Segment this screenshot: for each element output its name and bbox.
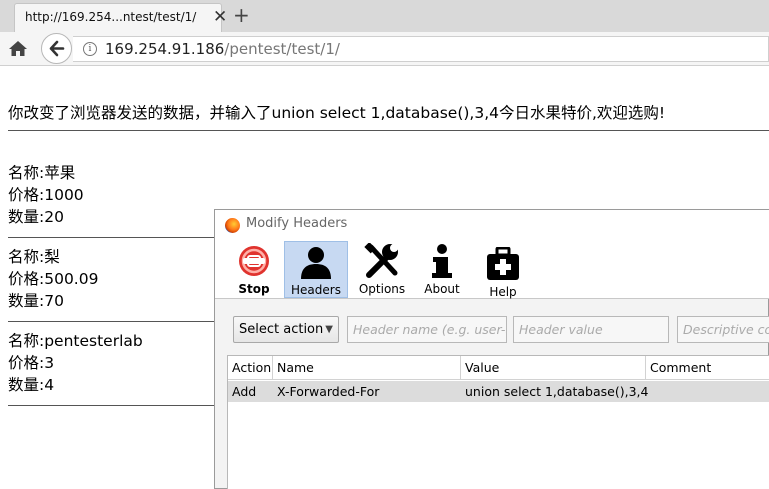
back-arrow-icon [49,40,65,57]
stop-label: Stop [238,282,270,296]
options-label: Options [358,282,406,296]
product-name: 名称:苹果 [8,164,76,182]
comment-input[interactable]: Descriptive comment [677,316,769,343]
select-action-label: Select action [239,322,324,337]
product-price: 价格:1000 [8,186,84,204]
column-header-comment[interactable]: Comment [646,356,769,380]
row-value: union select 1,database(),3,4 [465,384,649,399]
info-about-icon [432,244,452,278]
product-item: 名称:pentesterlab 价格:3 数量:4 [8,330,143,396]
url-host: 169.254.91.186 [105,40,225,58]
about-label: About [424,282,460,296]
user-icon [301,247,331,279]
help-label: Help [489,285,517,299]
product-name: 名称:pentesterlab [8,332,143,350]
divider [8,321,218,322]
stop-button[interactable]: Stop [225,241,283,298]
row-comment [646,381,769,402]
header-entry-row: Select action ▼ Header name (e.g. user-a… [215,300,769,352]
divider [8,130,769,131]
window-titlebar[interactable]: Modify Headers [215,210,769,238]
divider [8,237,218,238]
firefox-icon [225,218,240,233]
url-text[interactable]: 169.254.91.186/pentest/test/1/ [105,40,340,58]
product-item: 名称:梨 价格:500.09 数量:70 [8,246,98,312]
chevron-down-icon: ▼ [325,324,333,335]
product-qty: 数量:70 [8,292,64,310]
divider [8,405,218,406]
about-button[interactable]: About [415,241,469,298]
stop-icon [239,246,269,276]
header-name-input[interactable]: Header name (e.g. user-agent) [347,316,507,343]
headers-table: Action Name Value Comment Add X-Forwarde… [227,355,769,489]
navigation-bar: i 169.254.91.186/pentest/test/1/ [0,32,769,66]
info-icon[interactable]: i [83,42,97,56]
browser-tab[interactable]: http://169.254...ntest/test/1/ ✕ [14,3,227,32]
product-qty: 数量:20 [8,208,64,226]
tab-title: http://169.254...ntest/test/1/ [25,10,197,24]
headers-button[interactable]: Headers [284,241,348,298]
modify-headers-toolbar: Stop Headers Options About Help [215,238,769,299]
close-tab-icon[interactable]: ✕ [213,6,227,28]
home-icon[interactable] [6,37,30,61]
column-header-value[interactable]: Value [461,356,646,380]
column-header-name[interactable]: Name [273,356,461,380]
product-item: 名称:苹果 价格:1000 数量:20 [8,162,84,228]
headers-label: Headers [291,283,341,297]
options-button[interactable]: Options [351,241,413,298]
select-action-dropdown[interactable]: Select action ▼ [233,316,339,343]
page-headline: 你改变了浏览器发送的数据，并输入了union select 1,database… [8,104,666,122]
column-header-action[interactable]: Action [228,356,273,380]
tools-icon [364,243,398,278]
first-aid-kit-icon [487,247,519,280]
tab-strip: http://169.254...ntest/test/1/ ✕ + [0,0,769,32]
table-row[interactable]: Add X-Forwarded-For union select 1,datab… [228,381,769,402]
address-bar[interactable]: i 169.254.91.186/pentest/test/1/ [73,36,769,62]
row-name: X-Forwarded-For [277,384,380,399]
modify-headers-window: Modify Headers Stop Headers Options Abou… [214,209,769,489]
product-price: 价格:3 [8,354,55,372]
product-price: 价格:500.09 [8,270,99,288]
url-path: /pentest/test/1/ [224,40,340,58]
back-button[interactable] [41,33,72,64]
row-action: Add [232,384,257,399]
new-tab-button[interactable]: + [233,4,250,26]
product-qty: 数量:4 [8,376,55,394]
header-value-input[interactable]: Header value [513,316,669,343]
product-name: 名称:梨 [8,248,60,266]
window-title: Modify Headers [246,216,348,231]
help-button[interactable]: Help [475,241,531,299]
